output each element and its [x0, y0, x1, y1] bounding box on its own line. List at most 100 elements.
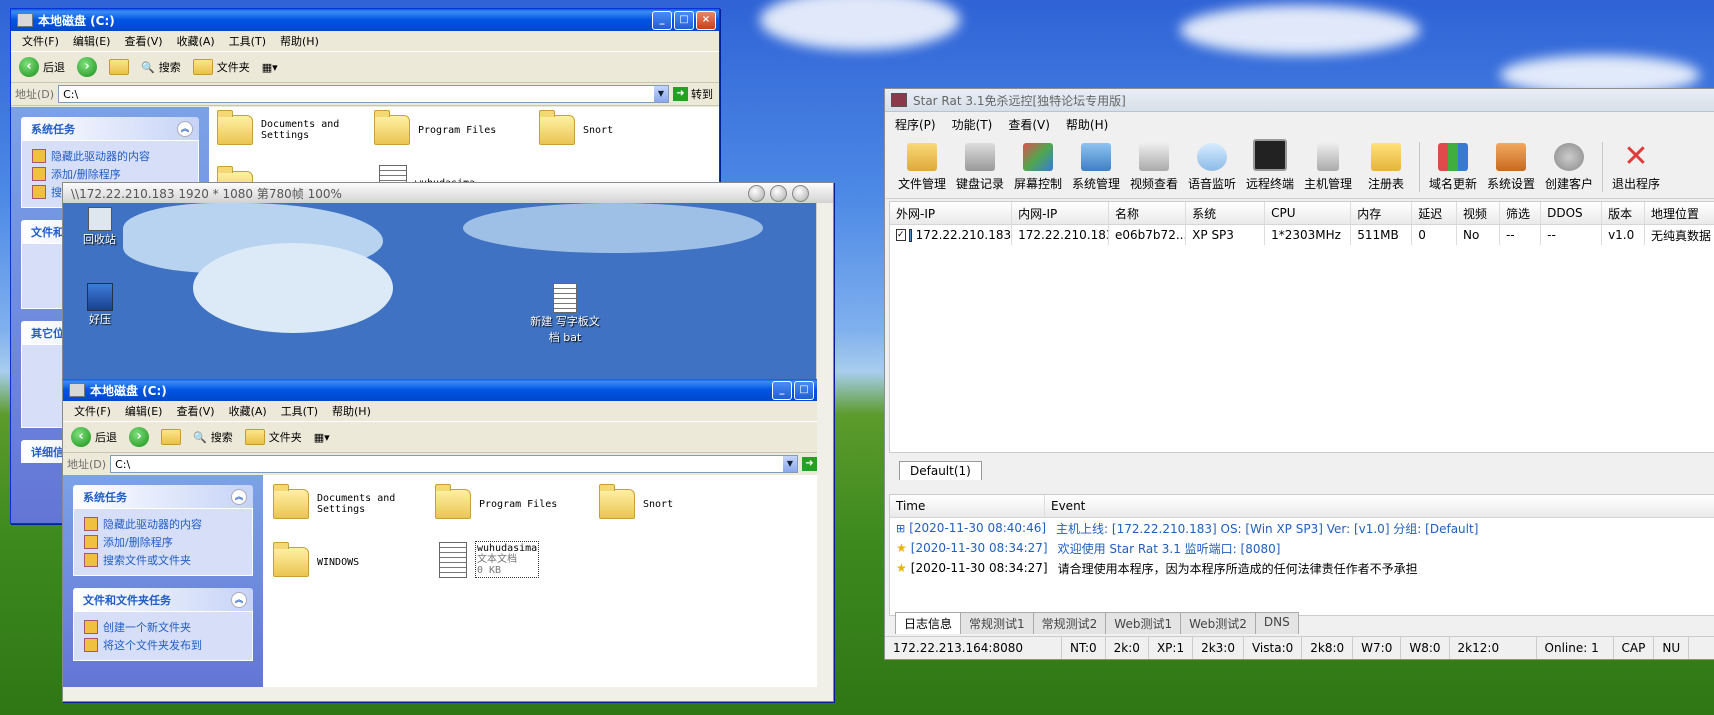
- folder-item[interactable]: WINDOWS: [273, 542, 359, 577]
- go-button[interactable]: ➜ 转到: [673, 86, 719, 102]
- dropdown-arrow-icon[interactable]: ▼: [654, 86, 668, 102]
- go-arrow-icon[interactable]: ➜: [802, 457, 817, 471]
- file-tasks-header[interactable]: 文件和文件夹任务 ︽: [73, 588, 253, 611]
- log-row[interactable]: ★ [2020-11-30 08:34:27] 欢迎使用 Star Rat 3.…: [890, 538, 1714, 558]
- column-header[interactable]: DDOS: [1541, 202, 1603, 224]
- menu-tools[interactable]: 工具(T): [274, 403, 325, 419]
- tool-host-manager[interactable]: 主机管理: [1299, 143, 1357, 192]
- maximize-button[interactable]: [770, 185, 787, 202]
- menu-program[interactable]: 程序(P): [895, 116, 936, 133]
- close-button[interactable]: ×: [696, 11, 716, 30]
- minimize-button[interactable]: _: [772, 381, 792, 400]
- vertical-scrollbar[interactable]: [816, 203, 833, 701]
- views-button[interactable]: ▦▾: [310, 431, 334, 444]
- column-header[interactable]: CPU: [1265, 202, 1352, 224]
- column-header[interactable]: 版本: [1602, 202, 1646, 224]
- system-tasks-header[interactable]: 系统任务 ︽: [73, 485, 253, 508]
- tool-create-client[interactable]: 创建客户: [1540, 143, 1598, 192]
- tab-dns[interactable]: DNS: [1254, 612, 1299, 634]
- forward-button[interactable]: ›: [125, 427, 153, 447]
- row-checkbox[interactable]: ✓: [896, 229, 906, 241]
- task-hide-drive[interactable]: 隐藏此驱动器的内容: [84, 515, 242, 533]
- haozip[interactable]: 好压: [87, 283, 113, 327]
- horizontal-scrollbar[interactable]: [63, 686, 817, 701]
- tool-voice-monitor[interactable]: 语音监听: [1183, 143, 1241, 192]
- tool-system-settings[interactable]: 系统设置: [1482, 143, 1540, 192]
- column-header[interactable]: 内存: [1351, 202, 1413, 224]
- column-header[interactable]: Event: [1045, 495, 1714, 517]
- menu-file[interactable]: 文件(F): [15, 33, 66, 49]
- menu-file[interactable]: 文件(F): [67, 403, 118, 419]
- column-header[interactable]: 地理位置: [1645, 202, 1714, 224]
- column-header[interactable]: Time: [890, 495, 1045, 517]
- menu-favorites[interactable]: 收藏(A): [170, 33, 222, 49]
- menu-view[interactable]: 查看(V): [1008, 116, 1050, 133]
- menu-edit[interactable]: 编辑(E): [66, 33, 118, 49]
- up-button[interactable]: [157, 429, 185, 445]
- address-input[interactable]: C:\ ▼: [110, 455, 798, 473]
- collapse-icon[interactable]: ︽: [177, 121, 193, 137]
- minimize-button[interactable]: [748, 185, 765, 202]
- search-button[interactable]: 🔍 搜索: [189, 429, 237, 445]
- folders-button[interactable]: 文件夹: [241, 429, 306, 445]
- task-publish[interactable]: 将这个文件夹发布到: [84, 636, 242, 654]
- system-tasks-header[interactable]: 系统任务 ︽: [21, 117, 199, 140]
- folder-item[interactable]: Snort: [599, 484, 673, 519]
- task-new-folder[interactable]: 创建一个新文件夹: [84, 618, 242, 636]
- column-header[interactable]: 延迟: [1412, 202, 1457, 224]
- tool-domain-update[interactable]: 域名更新: [1424, 143, 1482, 192]
- remote-desktop[interactable]: 回收站 好压 新建 写字板文档 bat: [63, 203, 817, 379]
- dropdown-arrow-icon[interactable]: ▼: [783, 456, 797, 472]
- table-row[interactable]: ✓ 172.22.210.183 172.22.210.183 e06b7b72.…: [890, 225, 1714, 245]
- tab-web-test-1[interactable]: Web测试1: [1105, 612, 1182, 634]
- menu-help[interactable]: 帮助(H): [1066, 116, 1108, 133]
- column-header[interactable]: 名称: [1109, 202, 1187, 224]
- back-button[interactable]: ‹ 后退: [67, 427, 121, 447]
- tool-video-view[interactable]: 视频查看: [1125, 143, 1183, 192]
- collapse-icon[interactable]: ︽: [231, 592, 247, 608]
- folder-item[interactable]: Program Files: [435, 484, 557, 519]
- menu-view[interactable]: 查看(V): [117, 33, 169, 49]
- folder-item[interactable]: Snort: [539, 110, 613, 145]
- column-header[interactable]: 筛选: [1500, 202, 1542, 224]
- address-input[interactable]: C:\ ▼: [58, 85, 669, 103]
- views-button[interactable]: ▦▾: [258, 61, 282, 74]
- collapse-icon[interactable]: ︽: [231, 489, 247, 505]
- tool-keylogger[interactable]: 键盘记录: [951, 143, 1009, 192]
- close-button[interactable]: [792, 185, 809, 202]
- minimize-button[interactable]: _: [652, 11, 672, 30]
- tool-remote-terminal[interactable]: 远程终端: [1241, 139, 1299, 192]
- menu-help[interactable]: 帮助(H): [325, 403, 378, 419]
- task-add-remove[interactable]: 添加/删除程序: [84, 533, 242, 551]
- task-add-remove[interactable]: 添加/删除程序: [32, 165, 188, 183]
- maximize-button[interactable]: □: [674, 11, 694, 30]
- tool-system-manager[interactable]: 系统管理: [1067, 143, 1125, 192]
- menu-tools[interactable]: 工具(T): [222, 33, 273, 49]
- tab-web-test-2[interactable]: Web测试2: [1180, 612, 1256, 634]
- column-header[interactable]: 内网-IP: [1012, 202, 1110, 224]
- search-button[interactable]: 🔍 搜索: [137, 59, 185, 75]
- folder-item[interactable]: Documents and Settings: [217, 110, 341, 145]
- star-rat-title-bar[interactable]: Star Rat 3.1免杀远控[独特论坛专用版]: [885, 89, 1714, 112]
- log-row[interactable]: ⊞ [2020-11-30 08:40:46] 主机上线: [172.22.21…: [890, 518, 1714, 538]
- tab-normal-test-1[interactable]: 常规测试1: [960, 612, 1034, 634]
- recycle-bin[interactable]: 回收站: [83, 207, 116, 247]
- tab-log-info[interactable]: 日志信息: [895, 612, 962, 634]
- tool-exit[interactable]: ✕ 退出程序: [1607, 142, 1665, 192]
- remote-title-bar[interactable]: \\172.22.210.183 1920 * 1080 第780帧 100%: [63, 183, 833, 204]
- group-tab-default[interactable]: Default(1): [899, 461, 982, 480]
- log-row[interactable]: ★ [2020-11-30 08:34:27] 请合理使用本程序，因为本程序所造…: [890, 558, 1714, 578]
- new-document[interactable]: 新建 写字板文档 bat: [525, 283, 605, 345]
- tool-screen-control[interactable]: 屏幕控制: [1009, 143, 1067, 192]
- file-item[interactable]: wuhudasima 文本文档 0 KB: [439, 541, 540, 578]
- menu-edit[interactable]: 编辑(E): [118, 403, 170, 419]
- menu-view[interactable]: 查看(V): [169, 403, 221, 419]
- menu-function[interactable]: 功能(T): [952, 116, 993, 133]
- back-button[interactable]: ‹ 后退: [15, 57, 69, 77]
- folder-item[interactable]: Program Files: [374, 110, 496, 145]
- folders-button[interactable]: 文件夹: [189, 59, 254, 75]
- menu-help[interactable]: 帮助(H): [273, 33, 326, 49]
- tool-registry[interactable]: 注册表: [1357, 143, 1415, 192]
- remote-explorer-title-bar[interactable]: 本地磁盘 (C:) _ □: [63, 379, 817, 401]
- tab-normal-test-2[interactable]: 常规测试2: [1032, 612, 1107, 634]
